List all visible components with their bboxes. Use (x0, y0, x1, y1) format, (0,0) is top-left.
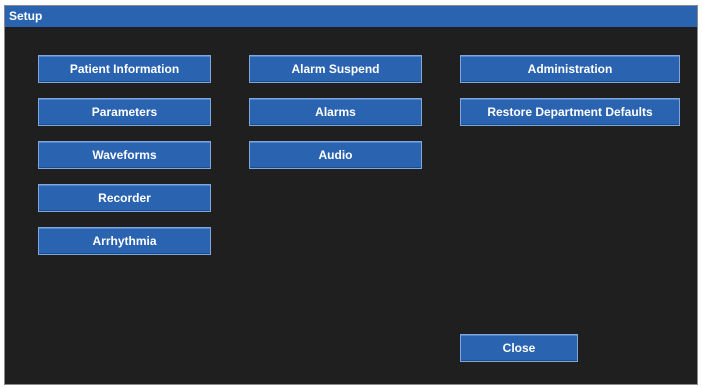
arrhythmia-button[interactable]: Arrhythmia (38, 227, 211, 255)
alarm-suspend-button[interactable]: Alarm Suspend (249, 55, 422, 83)
window-title: Setup (5, 6, 697, 27)
administration-button[interactable]: Administration (460, 55, 680, 83)
setup-window: Setup Patient Information Parameters Wav… (4, 5, 698, 385)
parameters-button[interactable]: Parameters (38, 98, 211, 126)
patient-information-button[interactable]: Patient Information (38, 55, 211, 83)
alarms-button[interactable]: Alarms (249, 98, 422, 126)
close-button[interactable]: Close (460, 334, 578, 362)
waveforms-button[interactable]: Waveforms (38, 141, 211, 169)
restore-department-defaults-button[interactable]: Restore Department Defaults (460, 98, 680, 126)
audio-button[interactable]: Audio (249, 141, 422, 169)
recorder-button[interactable]: Recorder (38, 184, 211, 212)
